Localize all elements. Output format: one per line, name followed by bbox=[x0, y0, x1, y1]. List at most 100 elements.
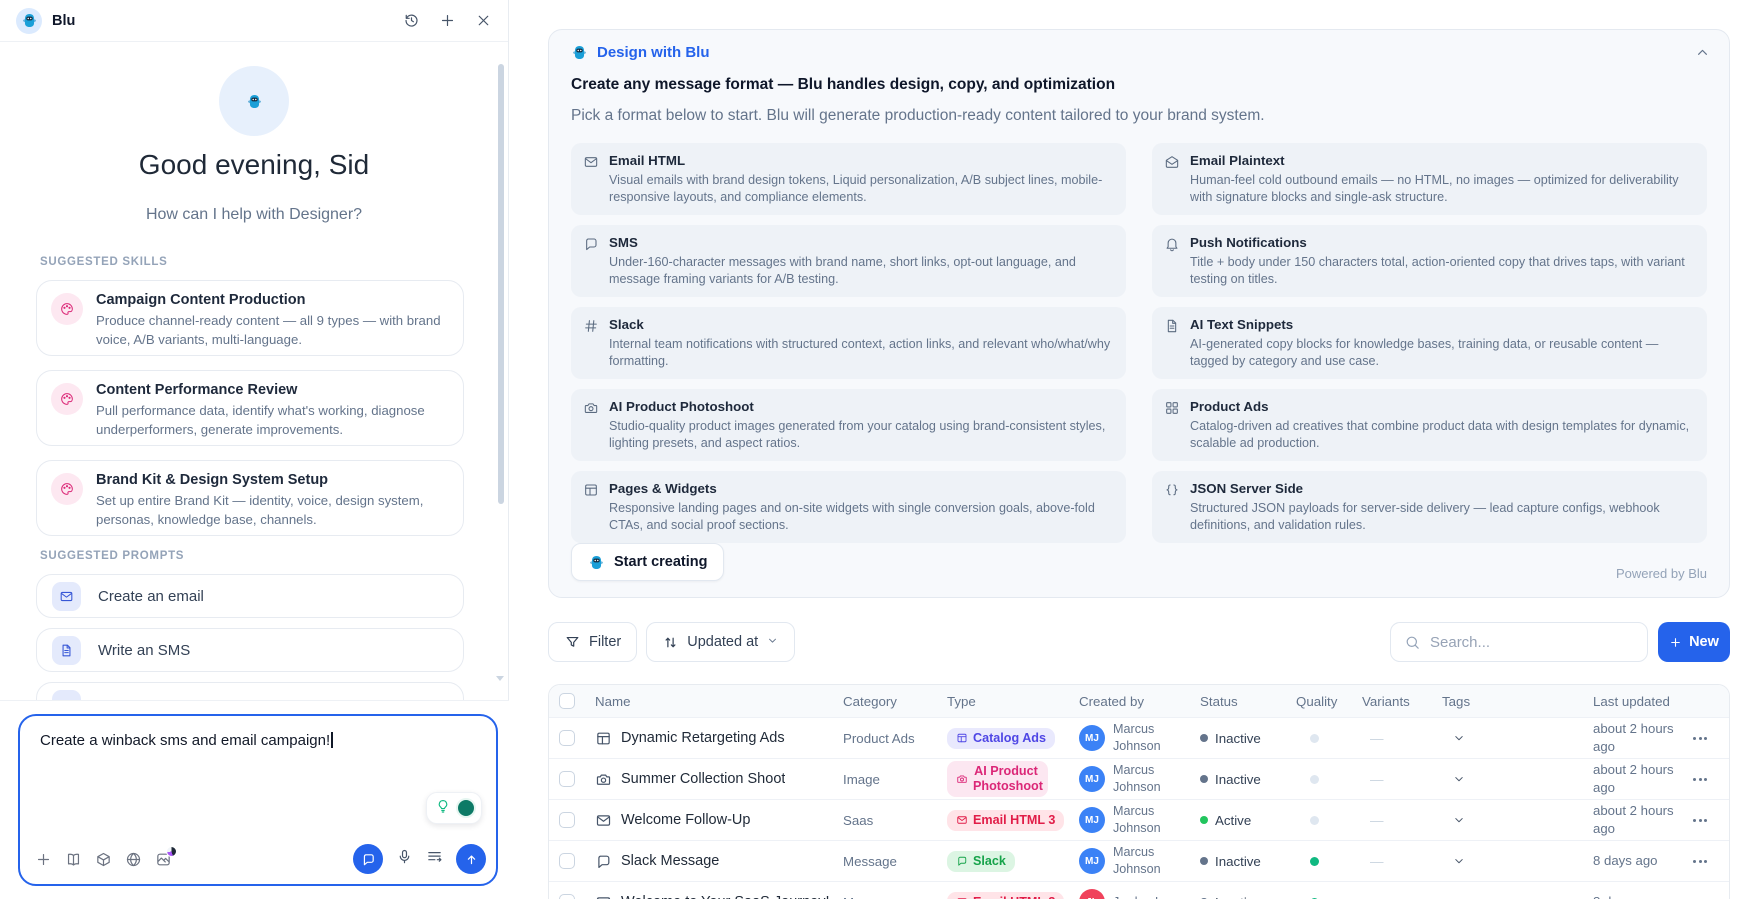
column-status[interactable]: Status bbox=[1200, 694, 1296, 709]
row-name[interactable]: Summer Collection Shoot bbox=[621, 771, 785, 787]
select-all-checkbox[interactable] bbox=[559, 693, 575, 709]
column-type[interactable]: Type bbox=[947, 694, 1079, 709]
search-input[interactable] bbox=[1430, 634, 1634, 651]
tags-expander[interactable] bbox=[1442, 813, 1593, 827]
scrollbar-thumb[interactable] bbox=[498, 64, 504, 504]
row-checkbox[interactable] bbox=[559, 771, 575, 787]
web-button[interactable] bbox=[125, 851, 142, 868]
new-button[interactable]: New bbox=[1658, 622, 1730, 662]
row-name[interactable]: Welcome to Your SaaS Journey! bbox=[621, 894, 830, 899]
tags-expander[interactable] bbox=[1442, 772, 1593, 786]
robot-icon bbox=[246, 93, 263, 110]
attach-button[interactable] bbox=[35, 851, 52, 868]
format-tile-email-html[interactable]: Email HTML Visual emails with brand desi… bbox=[571, 143, 1126, 215]
column-variants[interactable]: Variants bbox=[1362, 694, 1442, 709]
tags-expander[interactable] bbox=[1442, 731, 1593, 745]
row-checkbox[interactable] bbox=[559, 853, 575, 869]
email-icon bbox=[956, 814, 968, 826]
table-row[interactable]: Welcome Follow-Up Saas Email HTML 3 MJMa… bbox=[549, 799, 1729, 840]
creator-name: Marcus Johnson bbox=[1113, 803, 1200, 837]
row-checkbox[interactable] bbox=[559, 812, 575, 828]
more-button[interactable] bbox=[1691, 856, 1730, 867]
row-name[interactable]: Dynamic Retargeting Ads bbox=[621, 730, 785, 746]
column-tags[interactable]: Tags bbox=[1442, 694, 1593, 709]
sort-button[interactable]: Updated at bbox=[646, 622, 795, 662]
agent-status-dot bbox=[456, 798, 476, 818]
column-category[interactable]: Category bbox=[843, 694, 947, 709]
more-button[interactable] bbox=[1691, 815, 1730, 826]
chat-bubble-icon bbox=[595, 853, 612, 870]
format-tile-push-notifications[interactable]: Push Notifications Title + body under 15… bbox=[1152, 225, 1707, 297]
table-row[interactable]: Slack Message Message Slack MJMarcus Joh… bbox=[549, 840, 1729, 881]
email-icon bbox=[595, 812, 612, 829]
more-button[interactable] bbox=[1691, 774, 1730, 785]
format-tile-product-ads[interactable]: Product Ads Catalog-driven ad creatives … bbox=[1152, 389, 1707, 461]
row-name[interactable]: Slack Message bbox=[621, 853, 719, 869]
suggestion-pill[interactable] bbox=[426, 792, 482, 824]
close-button[interactable] bbox=[475, 12, 492, 29]
tags-expander[interactable] bbox=[1442, 895, 1593, 899]
media-button[interactable] bbox=[155, 851, 172, 868]
type-badge[interactable]: AI Product Photoshoot bbox=[947, 761, 1048, 797]
column-name[interactable]: Name bbox=[595, 694, 843, 709]
globe-icon bbox=[125, 851, 142, 868]
products-button[interactable] bbox=[95, 851, 112, 868]
more-button[interactable] bbox=[1691, 733, 1730, 744]
queue-button[interactable] bbox=[426, 848, 443, 870]
creator-name: Jordan Lee bbox=[1113, 894, 1176, 899]
chevron-down-icon bbox=[1452, 731, 1466, 745]
layout-icon bbox=[956, 732, 968, 744]
column-created-by[interactable]: Created by bbox=[1079, 694, 1200, 709]
tags-expander[interactable] bbox=[1442, 854, 1593, 868]
type-badge[interactable]: Email HTML 3 bbox=[947, 810, 1064, 831]
type-badge[interactable]: Catalog Ads bbox=[947, 728, 1055, 749]
grid-icon bbox=[1164, 400, 1180, 452]
send-button[interactable] bbox=[456, 844, 486, 874]
prompt-write-sms[interactable]: Write an SMS bbox=[36, 628, 464, 672]
format-tile-ai-product-photoshoot[interactable]: AI Product Photoshoot Studio-quality pro… bbox=[571, 389, 1126, 461]
quality-dot bbox=[1310, 857, 1319, 866]
start-creating-button[interactable]: Start creating bbox=[571, 543, 724, 581]
format-tile-slack[interactable]: Slack Internal team notifications with s… bbox=[571, 307, 1126, 379]
prompt-create-email[interactable]: Create an email bbox=[36, 574, 464, 618]
row-name[interactable]: Welcome Follow-Up bbox=[621, 812, 750, 828]
format-tile-email-plaintext[interactable]: Email Plaintext Human-feel cold outbound… bbox=[1152, 143, 1707, 215]
composer-box[interactable]: Create a winback sms and email campaign! bbox=[18, 714, 498, 886]
history-button[interactable] bbox=[403, 12, 420, 29]
skill-card-brand-kit[interactable]: Brand Kit & Design System Setup Set up e… bbox=[36, 460, 464, 536]
table-row[interactable]: Dynamic Retargeting Ads Product Ads Cata… bbox=[549, 717, 1729, 758]
skill-card-campaign-content[interactable]: Campaign Content Production Produce chan… bbox=[36, 280, 464, 356]
new-chat-button[interactable] bbox=[439, 12, 456, 29]
chat-mode-button[interactable] bbox=[353, 844, 383, 874]
row-checkbox[interactable] bbox=[559, 730, 575, 746]
column-quality[interactable]: Quality bbox=[1296, 694, 1362, 709]
skill-card-performance-review[interactable]: Content Performance Review Pull performa… bbox=[36, 370, 464, 446]
search-box[interactable] bbox=[1390, 622, 1648, 662]
collapse-button[interactable] bbox=[1694, 44, 1711, 66]
creator-name: Marcus Johnson bbox=[1113, 721, 1200, 755]
queue-icon bbox=[426, 848, 443, 865]
table-header: Name Category Type Created by Status Qua… bbox=[549, 685, 1729, 717]
prompt-card-partial[interactable] bbox=[36, 682, 464, 700]
text-caret bbox=[331, 732, 333, 748]
voice-button[interactable] bbox=[396, 848, 413, 870]
format-tile-sms[interactable]: SMS Under-160-character messages with br… bbox=[571, 225, 1126, 297]
type-badge[interactable]: Email HTML 3 bbox=[947, 892, 1064, 899]
greeting-avatar bbox=[219, 66, 289, 136]
table-row[interactable]: Summer Collection Shoot Image AI Product… bbox=[549, 758, 1729, 799]
variants-value: — bbox=[1362, 772, 1442, 787]
format-tile-ai-text-snippets[interactable]: AI Text Snippets AI-generated copy block… bbox=[1152, 307, 1707, 379]
knowledge-button[interactable] bbox=[65, 851, 82, 868]
format-tile-json-server-side[interactable]: JSON Server Side Structured JSON payload… bbox=[1152, 471, 1707, 543]
type-badge[interactable]: Slack bbox=[947, 851, 1015, 872]
greeting-title: Good evening, Sid bbox=[0, 148, 508, 182]
row-checkbox[interactable] bbox=[559, 894, 575, 899]
chat-bubble-icon bbox=[361, 852, 376, 867]
composer-input[interactable]: Create a winback sms and email campaign! bbox=[20, 716, 496, 765]
column-last-updated[interactable]: Last updated bbox=[1593, 694, 1691, 709]
format-tile-pages-widgets[interactable]: Pages & Widgets Responsive landing pages… bbox=[571, 471, 1126, 543]
avatar: JL bbox=[1079, 889, 1105, 899]
filter-button[interactable]: Filter bbox=[548, 622, 637, 662]
robot-icon bbox=[571, 44, 588, 61]
table-row[interactable]: Welcome to Your SaaS Journey! Message Em… bbox=[549, 881, 1729, 899]
